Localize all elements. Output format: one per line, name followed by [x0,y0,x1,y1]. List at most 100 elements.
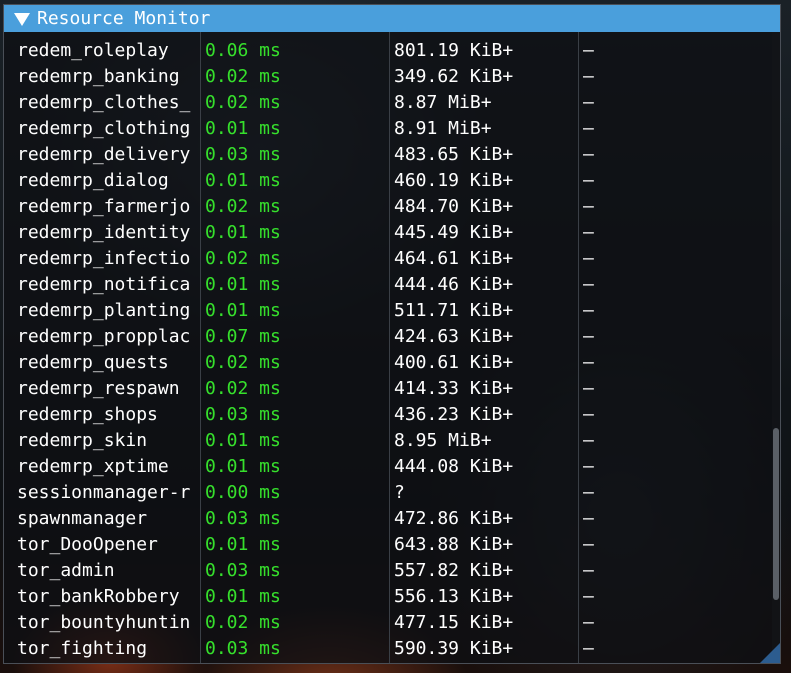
memory-usage: 511.71 KiB+ [394,300,514,321]
cpu-time: 0.02 ms [205,352,281,373]
table-row: redemrp_quests 0.02 ms 400.61 KiB+ – [4,350,774,376]
cpu-time: 0.02 ms [205,196,281,217]
memory-usage: 445.49 KiB+ [394,222,514,243]
memory-usage: 349.62 KiB+ [394,66,514,87]
resource-table: redem_roleplay 0.06 ms 801.19 KiB+ – redemrp… [4,32,774,663]
memory-usage: 444.08 KiB+ [394,456,514,477]
cpu-time: 0.00 ms [205,482,281,503]
extra-value: – [583,638,594,659]
cpu-time: 0.03 ms [205,404,281,425]
cpu-time: 0.01 ms [205,430,281,451]
table-row: redemrp_farmerjo 0.02 ms 484.70 KiB+ – [4,194,774,220]
resource-name: redemrp_respawn [17,378,180,399]
extra-value: – [583,534,594,555]
resource-name: tor_DooOpener [17,534,158,555]
cpu-time: 0.01 ms [205,586,281,607]
table-row: redemrp_planting 0.01 ms 511.71 KiB+ – [4,298,774,324]
memory-usage: ? [394,482,405,503]
memory-usage: 643.88 KiB+ [394,534,514,555]
resource-name: redemrp_farmerjo [17,196,191,217]
cpu-time: 0.02 ms [205,612,281,633]
memory-usage: 444.46 KiB+ [394,274,514,295]
memory-usage: 483.65 KiB+ [394,144,514,165]
resource-name: redemrp_identity [17,222,191,243]
resource-name: tor_admin [17,560,115,581]
window-title: Resource Monitor [37,8,211,29]
resource-name: redemrp_clothes_ [17,92,191,113]
resource-name: redemrp_notifica [17,274,191,295]
resource-name: redemrp_skin [17,430,148,451]
extra-value: – [583,612,594,633]
memory-usage: 484.70 KiB+ [394,196,514,217]
cpu-time: 0.01 ms [205,456,281,477]
table-row: tor_bankRobbery 0.01 ms 556.13 KiB+ – [4,584,774,610]
cpu-time: 0.03 ms [205,508,281,529]
cpu-time: 0.03 ms [205,560,281,581]
memory-usage: 472.86 KiB+ [394,508,514,529]
cpu-time: 0.01 ms [205,274,281,295]
resize-grip-icon[interactable] [760,643,780,663]
resource-name: redemrp_infectio [17,248,191,269]
resource-name: redemrp_quests [17,352,169,373]
memory-usage: 400.61 KiB+ [394,352,514,373]
extra-value: – [583,352,594,373]
memory-usage: 414.33 KiB+ [394,378,514,399]
cpu-time: 0.03 ms [205,638,281,659]
table-row: spawnmanager 0.03 ms 472.86 KiB+ – [4,506,774,532]
memory-usage: 464.61 KiB+ [394,248,514,269]
table-row: redemrp_identity 0.01 ms 445.49 KiB+ – [4,220,774,246]
resource-name: redemrp_dialog [17,170,169,191]
resource-name: spawnmanager [17,508,148,529]
extra-value: – [583,300,594,321]
cpu-time: 0.02 ms [205,92,281,113]
memory-usage: 8.91 MiB+ [394,118,492,139]
extra-value: – [583,508,594,529]
scrollbar-thumb[interactable] [773,428,779,600]
extra-value: – [583,404,594,425]
cpu-time: 0.07 ms [205,326,281,347]
resource-name: redemrp_xptime [17,456,169,477]
table-row: redemrp_respawn 0.02 ms 414.33 KiB+ – [4,376,774,402]
extra-value: – [583,560,594,581]
collapse-triangle-icon[interactable] [14,13,30,26]
cpu-time: 0.01 ms [205,170,281,191]
memory-usage: 590.39 KiB+ [394,638,514,659]
table-row: redemrp_clothes_ 0.02 ms 8.87 MiB+ – [4,90,774,116]
extra-value: – [583,40,594,61]
extra-value: – [583,274,594,295]
extra-value: – [583,482,594,503]
extra-value: – [583,248,594,269]
resource-name: redemrp_banking [17,66,180,87]
memory-usage: 436.23 KiB+ [394,404,514,425]
extra-value: – [583,586,594,607]
resource-name: redem_roleplay [17,40,169,61]
table-row: redemrp_delivery 0.03 ms 483.65 KiB+ – [4,142,774,168]
cpu-time: 0.06 ms [205,40,281,61]
extra-value: – [583,456,594,477]
resource-name: tor_bankRobbery [17,586,180,607]
extra-value: – [583,92,594,113]
cpu-time: 0.03 ms [205,144,281,165]
resource-name: redemrp_propplac [17,326,191,347]
table-row: redemrp_notifica 0.01 ms 444.46 KiB+ – [4,272,774,298]
extra-value: – [583,222,594,243]
table-row: redemrp_skin 0.01 ms 8.95 MiB+ – [4,428,774,454]
cpu-time: 0.02 ms [205,66,281,87]
cpu-time: 0.01 ms [205,118,281,139]
resource-name: redemrp_delivery [17,144,191,165]
extra-value: – [583,170,594,191]
memory-usage: 477.15 KiB+ [394,612,514,633]
vertical-scrollbar[interactable] [772,32,780,663]
cpu-time: 0.02 ms [205,378,281,399]
resource-name: redemrp_shops [17,404,158,425]
memory-usage: 8.95 MiB+ [394,430,492,451]
extra-value: – [583,66,594,87]
memory-usage: 424.63 KiB+ [394,326,514,347]
cpu-time: 0.01 ms [205,222,281,243]
cpu-time: 0.01 ms [205,300,281,321]
table-row: redemrp_banking 0.02 ms 349.62 KiB+ – [4,64,774,90]
window-titlebar[interactable]: Resource Monitor [4,5,780,32]
extra-value: – [583,196,594,217]
resource-monitor-window: Resource Monitor redem_roleplay 0.06 ms 80… [3,4,781,664]
memory-usage: 460.19 KiB+ [394,170,514,191]
